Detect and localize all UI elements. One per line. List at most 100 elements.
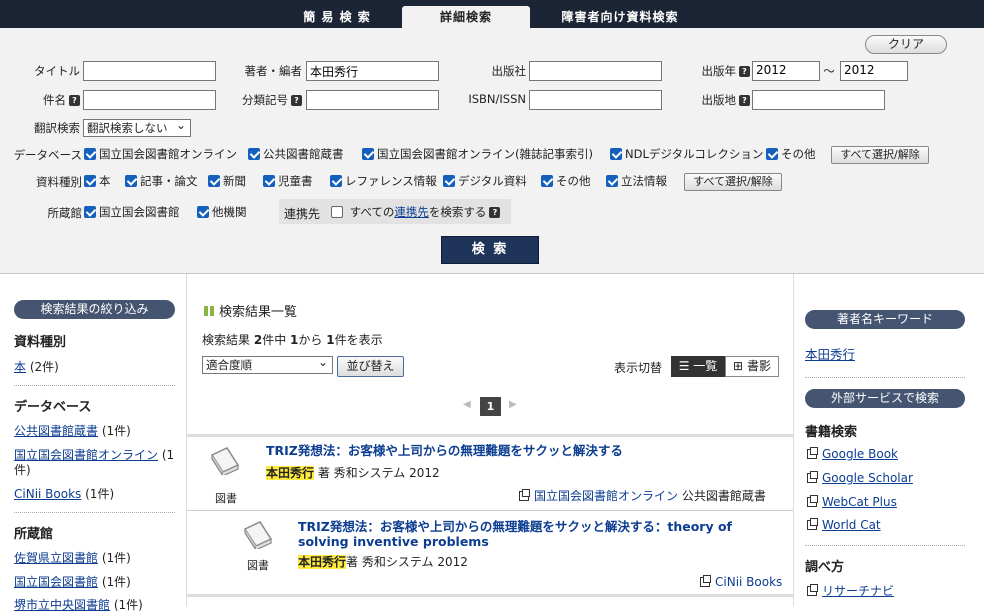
result-meta: 本田秀行著 秀和システム 2012 <box>298 555 468 569</box>
tab-simple-search[interactable]: 簡 易 検 索 <box>272 6 402 28</box>
result-sources: 国立国会図書館オンライン 公共図書館蔵書 <box>519 487 766 504</box>
divider <box>14 512 175 513</box>
type-book-checkbox[interactable]: 本 <box>84 173 111 189</box>
prev-page-icon[interactable]: ◀ <box>463 399 471 410</box>
divider <box>14 385 175 386</box>
holding-label: 所蔵館 <box>47 206 83 220</box>
place-label: 出版地? <box>690 92 750 108</box>
advanced-search-form: クリア タイトル 著者・編者 本田秀行 出版社 出版年? 2012 ～ 2012… <box>0 28 984 274</box>
external-link-icon <box>807 447 818 459</box>
db-ndl-articles-checkbox[interactable]: 国立国会図書館オンライン(雑誌記事索引) <box>362 146 593 162</box>
link-partner-link[interactable]: 連携先 <box>394 205 429 219</box>
source-link[interactable]: 国立国会図書館オンライン <box>534 489 678 503</box>
classification-input[interactable] <box>306 90 439 110</box>
service-google-book[interactable]: Google Book <box>807 447 898 461</box>
db-other-checkbox[interactable]: その他 <box>766 146 816 162</box>
results-panel: 検索結果一覧 検索結果 2件中 1から 1件を表示 適合度順 並び替え 表示切替… <box>186 274 794 606</box>
type-legislative-checkbox[interactable]: 立法情報 <box>606 173 667 189</box>
refine-type-item[interactable]: 本 (2件) <box>14 358 59 375</box>
page-current[interactable]: 1 <box>480 397 501 416</box>
guide-research-navi[interactable]: リサーチナビ <box>807 582 894 599</box>
external-link-icon <box>807 495 818 507</box>
refine-holding-item[interactable]: 佐賀県立図書館 (1件) <box>14 549 131 566</box>
result-item: 図書 TRIZ発想法：お客様や上司からの無理難題をサクッと解決する：theory… <box>187 510 793 594</box>
book-icon <box>243 521 273 549</box>
refine-db-item[interactable]: 公共図書館蔵書 (1件) <box>14 422 131 439</box>
clear-button[interactable]: クリア <box>865 35 947 54</box>
help-icon[interactable]: ? <box>739 95 750 106</box>
refine-sidebar: 検索結果の絞り込み 資料種別 本 (2件) データベース 公共図書館蔵書 (1件… <box>0 274 186 612</box>
result-title-link[interactable]: TRIZ発想法：お客様や上司からの無理難題をサクッと解決する：theory of… <box>298 519 768 549</box>
refine-holding-item[interactable]: 国立国会図書館 (1件) <box>14 573 131 590</box>
divider <box>805 545 965 546</box>
service-webcat-plus[interactable]: WebCat Plus <box>807 495 897 509</box>
link-partner-checkbox[interactable]: すべての連携先を検索する? <box>331 204 501 220</box>
book-search-heading: 書籍検索 <box>805 425 858 440</box>
list-icon: ☰ <box>678 359 690 373</box>
help-icon[interactable]: ? <box>489 207 501 218</box>
author-label: 著者・編者 <box>244 64 303 78</box>
refine-db-item[interactable]: 国立国会図書館オンライン (1 <box>14 446 174 463</box>
classification-label: 分類記号? <box>230 92 302 108</box>
isbn-input[interactable] <box>529 90 662 110</box>
translation-select[interactable]: 翻訳検索しない <box>83 117 191 137</box>
subject-label: 件名? <box>20 92 80 108</box>
author-input[interactable]: 本田秀行 <box>306 61 439 81</box>
refine-holding-item[interactable]: 堺市立中央図書館 (1件) <box>14 596 143 613</box>
type-article-checkbox[interactable]: 記事・論文 <box>125 173 198 189</box>
results-heading: 検索結果一覧 <box>204 301 297 320</box>
next-page-icon[interactable]: ▶ <box>509 399 517 410</box>
help-icon[interactable]: ? <box>291 95 302 106</box>
right-sidebar: 著者名キーワード 本田秀行 外部サービスで検索 書籍検索 Google Book… <box>794 274 984 606</box>
holding-ndl-checkbox[interactable]: 国立国会図書館 <box>84 204 180 220</box>
isbn-label: ISBN/ISSN <box>468 92 526 106</box>
publisher-input[interactable] <box>529 61 662 81</box>
year-separator: ～ <box>823 64 835 78</box>
refine-db-item-wrap: 件) <box>14 463 31 477</box>
type-select-all-button[interactable]: すべて選択/解除 <box>684 173 782 191</box>
place-input[interactable] <box>752 90 885 110</box>
tab-accessible-search[interactable]: 障害者向け資料検索 <box>530 6 710 28</box>
subject-input[interactable] <box>83 90 216 110</box>
refine-db-item[interactable]: CiNii Books (1件) <box>14 485 114 502</box>
db-public-library-checkbox[interactable]: 公共図書館蔵書 <box>248 146 344 162</box>
db-ndl-online-checkbox[interactable]: 国立国会図書館オンライン <box>84 146 237 162</box>
refine-type-heading: 資料種別 <box>14 335 67 350</box>
publisher-label: 出版社 <box>491 64 527 78</box>
type-reference-checkbox[interactable]: レファレンス情報 <box>330 173 437 189</box>
type-other-checkbox[interactable]: その他 <box>541 173 591 189</box>
year-to-input[interactable]: 2012 <box>840 61 908 81</box>
sort-button[interactable]: 並び替え <box>337 356 404 377</box>
grid-icon: ⊞ <box>733 359 744 373</box>
result-title-link[interactable]: TRIZ発想法：お客様や上司からの無理難題をサクッと解決する <box>266 443 776 458</box>
holding-other-checkbox[interactable]: 他機関 <box>197 204 247 220</box>
divider <box>187 594 793 597</box>
refine-holding-heading: 所蔵館 <box>14 527 54 542</box>
title-input[interactable] <box>83 61 216 81</box>
view-cover-button[interactable]: ⊞ 書影 <box>725 356 779 377</box>
result-item: 図書 TRIZ発想法：お客様や上司からの無理難題をサクッと解決する 本田秀行 著… <box>187 434 793 510</box>
help-icon[interactable]: ? <box>69 95 80 106</box>
search-button[interactable]: 検 索 <box>441 236 539 264</box>
service-worldcat[interactable]: World Cat <box>807 518 881 532</box>
refine-header: 検索結果の絞り込み <box>14 300 175 319</box>
sort-select[interactable]: 適合度順 <box>202 354 333 374</box>
service-google-scholar[interactable]: Google Scholar <box>807 471 913 485</box>
title-label: タイトル <box>34 64 80 78</box>
type-children-checkbox[interactable]: 児童書 <box>263 173 313 189</box>
type-digital-checkbox[interactable]: デジタル資料 <box>443 173 527 189</box>
external-link-icon <box>807 518 818 530</box>
year-from-input[interactable]: 2012 <box>752 61 820 81</box>
tab-advanced-search[interactable]: 詳細検索 <box>402 6 530 28</box>
view-list-button[interactable]: ☰ 一覧 <box>671 356 725 377</box>
divider <box>805 377 965 378</box>
author-keyword-link[interactable]: 本田秀行 <box>805 344 855 363</box>
source-link[interactable]: CiNii Books <box>715 575 782 589</box>
help-icon[interactable]: ? <box>739 66 750 77</box>
result-sources: CiNii Books <box>700 575 782 589</box>
type-newspaper-checkbox[interactable]: 新聞 <box>208 173 246 189</box>
db-select-all-button[interactable]: すべて選択/解除 <box>831 146 929 164</box>
author-keyword-header: 著者名キーワード <box>805 310 965 329</box>
result-type: 図書 <box>247 559 269 572</box>
db-ndl-digital-checkbox[interactable]: NDLデジタルコレクション <box>610 146 763 162</box>
